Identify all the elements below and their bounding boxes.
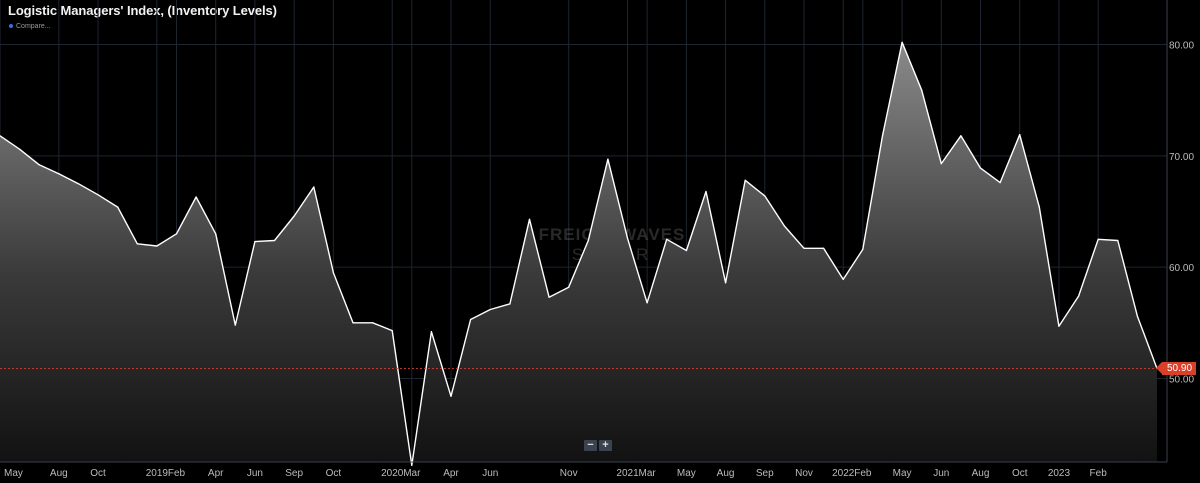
- x-tick-label: 2021: [616, 468, 639, 479]
- x-tick-label: Feb: [854, 468, 872, 479]
- data-point: [626, 237, 629, 239]
- data-point: [450, 395, 452, 397]
- x-tick-label: May: [677, 468, 696, 479]
- data-point: [430, 331, 433, 333]
- area-chart[interactable]: FREIGHTWAVES SONAR 80.0070.0060.0050.00 …: [0, 0, 1200, 483]
- data-point: [764, 195, 766, 197]
- data-point: [960, 135, 962, 137]
- data-point: [19, 148, 21, 150]
- data-point: [548, 296, 550, 298]
- x-tick-label: 2023: [1048, 468, 1071, 479]
- x-tick-label: 2022: [832, 468, 855, 479]
- y-tick-label: 60.00: [1169, 263, 1194, 274]
- y-tick-label: 50.00: [1169, 375, 1194, 386]
- data-point: [783, 225, 786, 227]
- data-point: [136, 243, 138, 245]
- zoom-controls: − +: [584, 440, 612, 451]
- data-point: [254, 240, 256, 243]
- data-point: [901, 41, 903, 43]
- data-point: [607, 158, 609, 160]
- x-tick-label: Oct: [326, 468, 342, 479]
- data-point: [273, 239, 276, 242]
- x-tick-label: 2019: [146, 468, 169, 479]
- x-tick-label: Feb: [168, 468, 186, 479]
- y-tick-label: 70.00: [1169, 152, 1194, 163]
- data-point: [97, 194, 99, 196]
- x-tick-label: Oct: [90, 468, 106, 479]
- x-tick-label: Sep: [285, 468, 303, 479]
- data-point: [1097, 238, 1099, 240]
- x-tick-label: Mar: [639, 468, 657, 479]
- zoom-in-button[interactable]: +: [599, 440, 612, 451]
- x-tick-label: May: [893, 468, 912, 479]
- x-tick-label: Apr: [208, 468, 224, 479]
- data-point: [489, 308, 491, 311]
- data-point: [293, 215, 295, 217]
- data-point: [352, 322, 354, 324]
- x-tick-label: Mar: [403, 468, 421, 479]
- data-point: [1136, 315, 1138, 317]
- data-point: [175, 233, 178, 235]
- data-point: [940, 163, 942, 165]
- x-tick-label: Jun: [933, 468, 949, 479]
- data-point: [842, 278, 844, 281]
- x-tick-label: Oct: [1012, 468, 1028, 479]
- data-point: [313, 186, 315, 188]
- x-tick-label: Feb: [1090, 468, 1108, 479]
- data-point: [58, 173, 60, 175]
- x-tick-label: 2020: [381, 468, 404, 479]
- data-point: [568, 286, 570, 288]
- data-point: [391, 330, 393, 332]
- data-point: [1038, 206, 1040, 208]
- y-tick-label: 80.00: [1169, 41, 1194, 52]
- data-point: [587, 239, 589, 242]
- data-point: [195, 196, 197, 198]
- data-point: [411, 464, 413, 466]
- data-point: [156, 245, 158, 247]
- data-point: [470, 318, 472, 321]
- data-point: [215, 233, 217, 235]
- data-point: [371, 322, 374, 324]
- data-point: [705, 190, 707, 193]
- x-tick-label: Aug: [717, 468, 735, 479]
- data-point: [646, 302, 648, 304]
- x-tick-label: Nov: [560, 468, 578, 479]
- x-tick-label: Aug: [972, 468, 990, 479]
- data-point: [823, 247, 825, 249]
- data-point: [234, 324, 236, 326]
- last-value-tag: 50.90: [1155, 361, 1197, 375]
- data-point: [685, 249, 687, 252]
- data-point: [921, 89, 923, 91]
- data-point: [862, 248, 864, 250]
- data-point: [724, 282, 727, 284]
- data-point: [803, 247, 805, 249]
- data-point: [744, 179, 746, 181]
- data-point: [332, 272, 334, 274]
- data-point: [666, 238, 668, 240]
- data-point: [1117, 239, 1119, 242]
- data-point: [77, 183, 80, 185]
- x-tick-label: Apr: [443, 468, 459, 479]
- data-point: [881, 135, 884, 137]
- data-point: [1077, 295, 1080, 297]
- x-tick-label: Jun: [482, 468, 498, 479]
- data-point: [979, 167, 982, 169]
- x-tick-label: Jun: [247, 468, 263, 479]
- data-point: [38, 164, 40, 166]
- data-point: [1019, 134, 1021, 136]
- data-point: [509, 303, 511, 305]
- x-tick-label: Nov: [795, 468, 813, 479]
- data-point: [117, 206, 119, 208]
- x-tick-label: May: [4, 468, 23, 479]
- data-point: [528, 218, 531, 220]
- data-point: [1058, 325, 1060, 327]
- x-tick-label: Sep: [756, 468, 774, 479]
- zoom-out-button[interactable]: −: [584, 440, 597, 451]
- data-point: [999, 181, 1001, 184]
- x-tick-label: Aug: [50, 468, 68, 479]
